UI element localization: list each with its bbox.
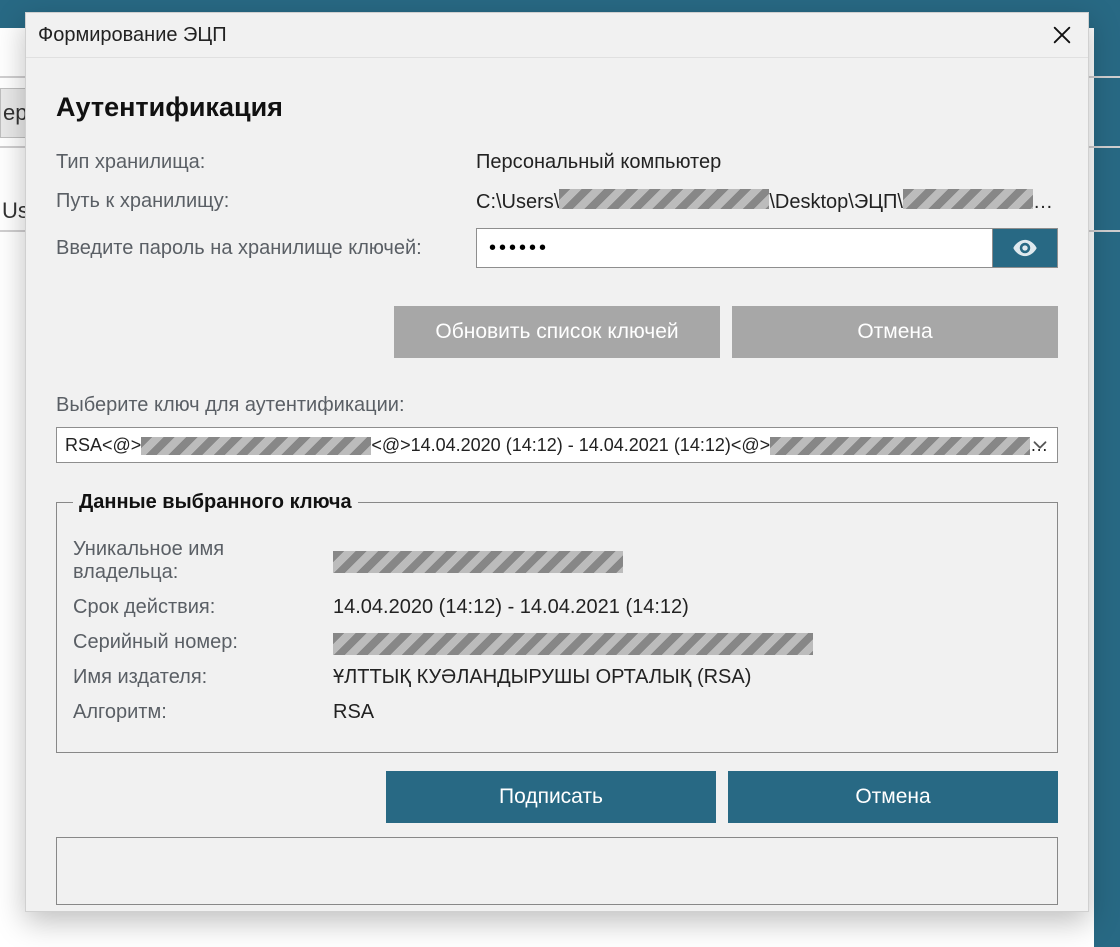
validity-label: Срок действия: [73, 596, 333, 619]
refresh-keys-button[interactable]: Обновить список ключей [394, 306, 720, 358]
redacted-text [141, 437, 371, 455]
dialog-title: Формирование ЭЦП [38, 24, 227, 47]
issuer-label: Имя издателя: [73, 666, 333, 689]
redacted-text [559, 189, 769, 209]
storage-path-value: C:\Users\ \Desktop\ЭЦП\ … [476, 188, 1058, 214]
storage-path-label: Путь к хранилищу: [56, 190, 476, 213]
redacted-text [333, 633, 813, 655]
serial-value [333, 632, 813, 654]
background-tab-fragment: ер [0, 88, 28, 138]
validity-value: 14.04.2020 (14:12) - 14.04.2021 (14:12) [333, 596, 689, 619]
cancel-refresh-button[interactable]: Отмена [732, 306, 1058, 358]
key-details-fieldset: Данные выбранного ключа Уникальное имя в… [56, 491, 1058, 753]
storage-type-value: Персональный компьютер [476, 151, 1058, 174]
close-icon [1051, 24, 1073, 46]
background-app-right-strip [1094, 0, 1120, 947]
sign-button[interactable]: Подписать [386, 771, 716, 823]
dialog-titlebar[interactable]: Формирование ЭЦП [26, 13, 1088, 58]
dialog-heading: Аутентификация [56, 92, 1058, 123]
key-select-value: RSA<@> <@>14.04.2020 (14:12) - 14.04.202… [65, 435, 1048, 456]
cancel-button[interactable]: Отмена [728, 771, 1058, 823]
eye-icon [1011, 234, 1039, 262]
close-button[interactable] [1048, 21, 1076, 49]
storage-type-label: Тип хранилища: [56, 151, 476, 174]
redacted-text [903, 189, 1033, 209]
select-key-label: Выберите ключ для аутентификации: [56, 394, 1058, 417]
algorithm-value: RSA [333, 701, 374, 724]
show-password-button[interactable] [992, 228, 1058, 268]
password-label: Введите пароль на хранилище ключей: [56, 228, 476, 268]
password-input[interactable] [476, 228, 992, 268]
serial-label: Серийный номер: [73, 631, 333, 654]
owner-name-value [333, 550, 623, 572]
redacted-text [333, 551, 623, 573]
signature-dialog: Формирование ЭЦП Аутентификация Тип хран… [25, 12, 1089, 912]
status-output-box [56, 837, 1058, 905]
key-select[interactable]: RSA<@> <@>14.04.2020 (14:12) - 14.04.202… [56, 427, 1058, 463]
redacted-text [770, 437, 1030, 455]
owner-name-label: Уникальное имя владельца: [73, 538, 333, 584]
issuer-value: ҰЛТТЫҚ КУӘЛАНДЫРУШЫ ОРТАЛЫҚ (RSA) [333, 666, 751, 689]
key-details-legend: Данные выбранного ключа [73, 491, 358, 514]
algorithm-label: Алгоритм: [73, 701, 333, 724]
